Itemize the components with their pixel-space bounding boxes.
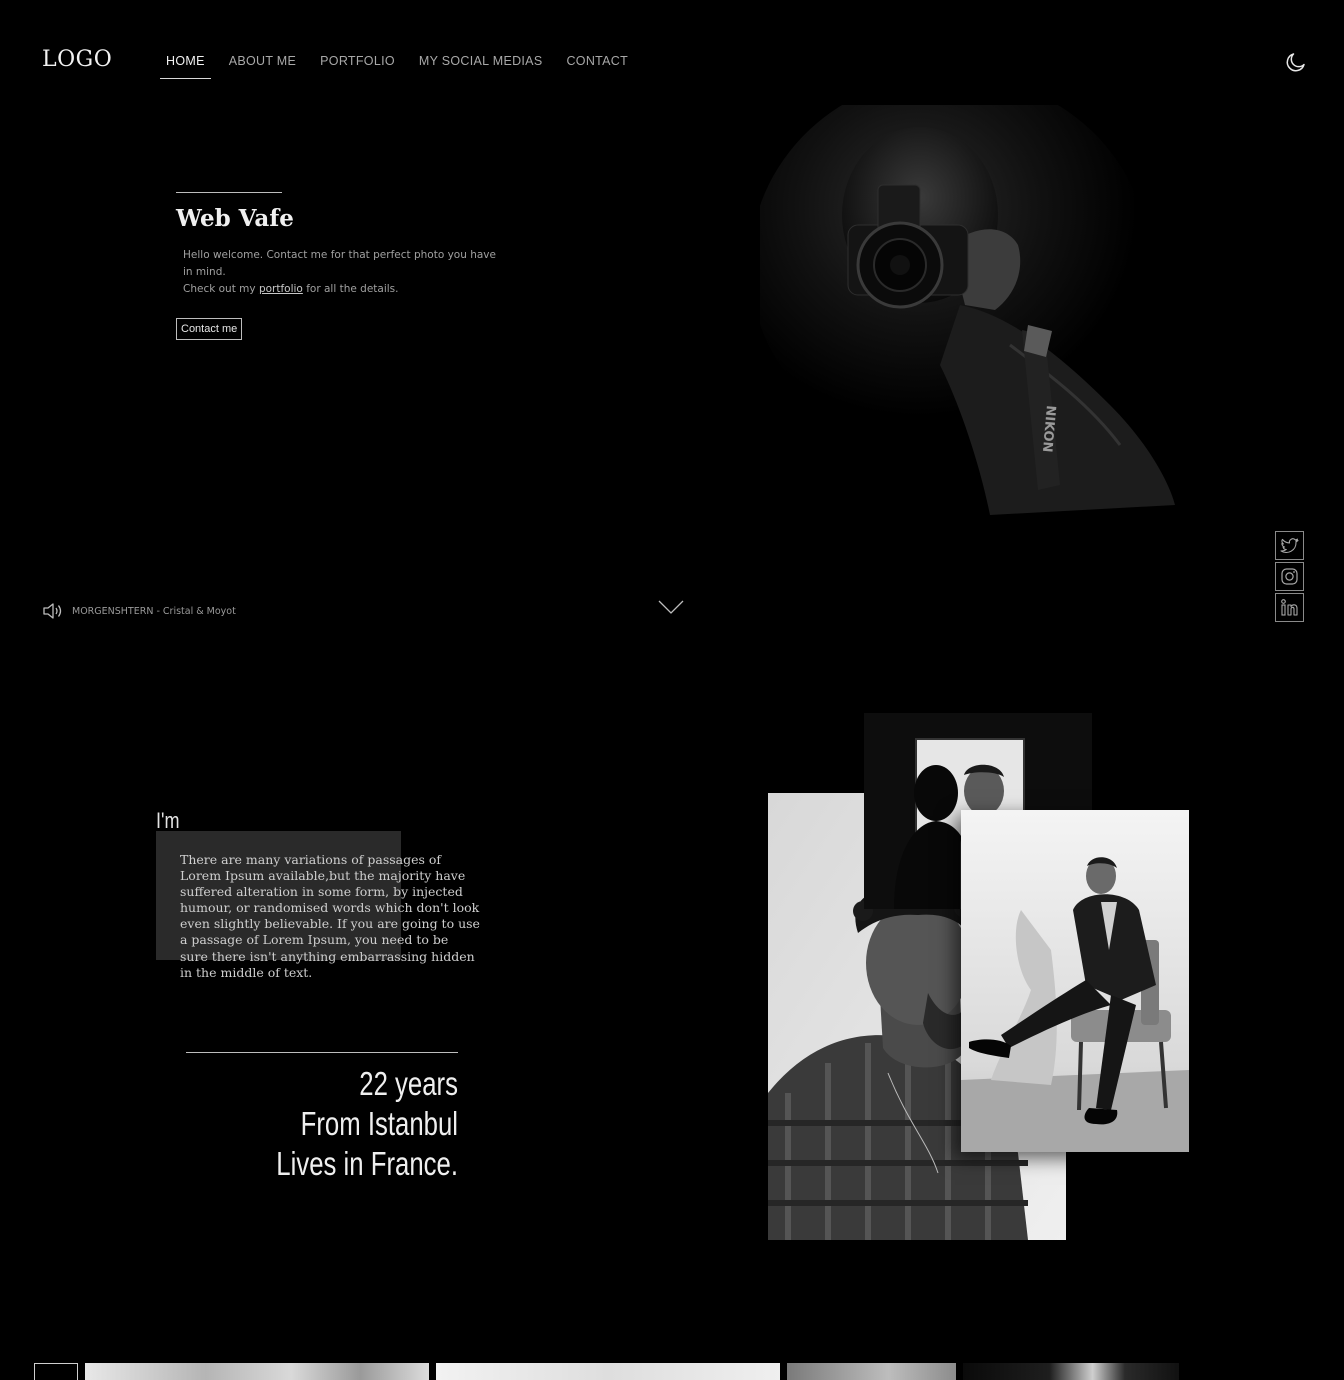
fact-age: 22 years bbox=[359, 1065, 458, 1102]
nav-item-social-medias[interactable]: MY SOCIAL MEDIAS bbox=[413, 52, 549, 79]
about-divider bbox=[186, 1052, 458, 1053]
hero-title: Web Vafe bbox=[176, 205, 294, 232]
social-links bbox=[1275, 531, 1304, 624]
logo[interactable]: LOGO bbox=[42, 47, 112, 72]
hero-intro-line1: Hello welcome. Contact me for that perfe… bbox=[183, 249, 496, 278]
hero-divider bbox=[176, 192, 282, 193]
gallery-photo-2[interactable] bbox=[436, 1363, 780, 1380]
instagram-icon[interactable] bbox=[1275, 562, 1304, 591]
photographer-with-camera-image: NIKON bbox=[750, 75, 1210, 525]
gallery-photo-1[interactable] bbox=[85, 1363, 429, 1380]
about-facts: 22 years From Istanbul Lives in France. bbox=[186, 1064, 458, 1184]
hero-intro-line2-end: for all the details. bbox=[302, 283, 399, 295]
contact-me-button[interactable]: Contact me bbox=[176, 318, 243, 340]
twitter-icon[interactable] bbox=[1275, 531, 1304, 560]
man-seated-in-chair-photo bbox=[961, 810, 1189, 1152]
gallery-photo-4[interactable] bbox=[963, 1363, 1179, 1380]
portfolio-link[interactable]: portfolio bbox=[259, 283, 303, 295]
speaker-icon[interactable] bbox=[42, 601, 64, 621]
nav-item-about-me[interactable]: ABOUT ME bbox=[223, 52, 302, 79]
music-player: MORGENSHTERN - Cristal & Moyot bbox=[42, 601, 236, 621]
chevron-down-icon[interactable] bbox=[658, 599, 684, 615]
hero-intro-line2-start: Check out my bbox=[183, 283, 259, 295]
nav-item-contact[interactable]: CONTACT bbox=[560, 52, 634, 79]
about-paragraph: There are many variations of passages of… bbox=[180, 852, 480, 980]
hero-intro: Hello welcome. Contact me for that perfe… bbox=[183, 247, 503, 298]
gallery-broken-image[interactable] bbox=[34, 1363, 78, 1380]
now-playing-label: MORGENSHTERN - Cristal & Moyot bbox=[72, 605, 236, 617]
nav-item-home[interactable]: HOME bbox=[160, 52, 211, 79]
gallery-photo-3[interactable] bbox=[787, 1363, 956, 1380]
main-nav: HOME ABOUT ME PORTFOLIO MY SOCIAL MEDIAS… bbox=[160, 52, 646, 79]
fact-hometown: From Istanbul bbox=[300, 1105, 458, 1142]
fact-residence: Lives in France. bbox=[276, 1145, 458, 1182]
nav-item-portfolio[interactable]: PORTFOLIO bbox=[314, 52, 401, 79]
moon-icon[interactable] bbox=[1284, 50, 1308, 74]
linkedin-icon[interactable] bbox=[1275, 593, 1304, 622]
